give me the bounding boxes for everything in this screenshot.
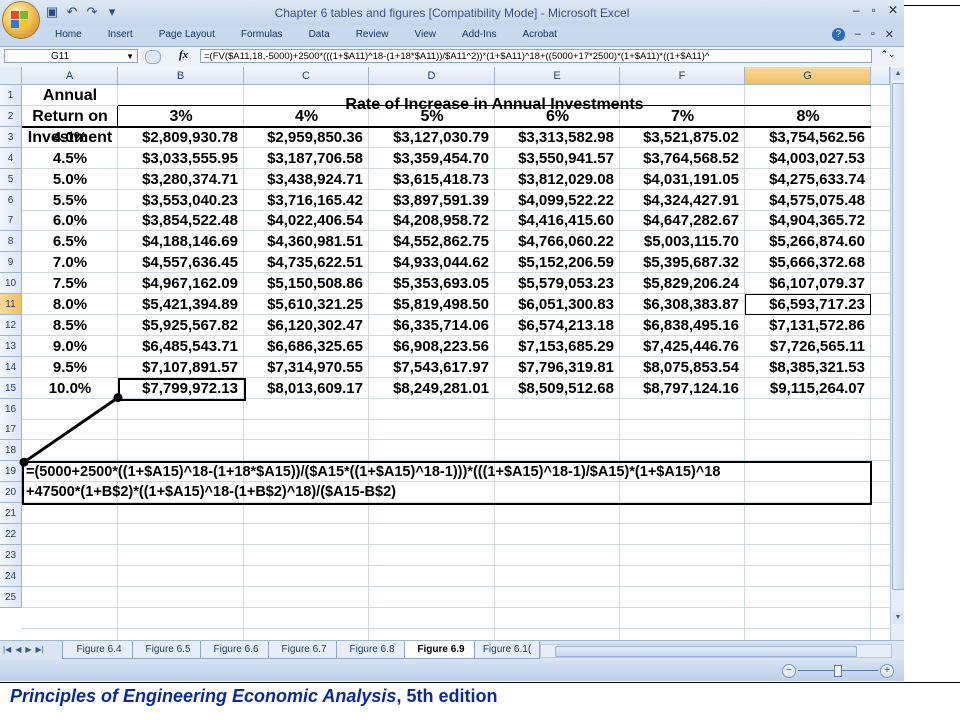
restore-button[interactable]: ▫ (872, 3, 876, 17)
tab-insert[interactable]: Insert (108, 29, 133, 40)
connector-line (23, 396, 119, 464)
chevron-down-icon[interactable]: ▼ (126, 50, 134, 64)
ribbon-tabs: Home Insert Page Layout Formulas Data Re… (0, 26, 904, 46)
sheet-tab[interactable]: Figure 6.5 (132, 641, 204, 659)
minimize-button[interactable]: – (853, 3, 860, 17)
connector-dot (19, 457, 29, 467)
slide-margin (904, 0, 960, 681)
tab-formulas[interactable]: Formulas (241, 29, 283, 40)
formula-input[interactable]: =(FV($A11,18,-5000)+2500*(((1+$A11)^18-(… (200, 49, 872, 63)
sheet-nav: |◀ ◀ ▶ ▶| (3, 645, 44, 654)
tab-data[interactable]: Data (309, 29, 330, 40)
prev-sheet-icon[interactable]: ◀ (15, 645, 21, 654)
close-button[interactable]: ✕ (888, 3, 898, 17)
tab-add-ins[interactable]: Add-Ins (462, 29, 496, 40)
horizontal-scroll-thumb[interactable] (555, 646, 857, 657)
horizontal-scrollbar[interactable] (540, 644, 892, 658)
insert-function-button[interactable]: fx (179, 49, 188, 61)
window-title: Chapter 6 tables and figures [Compatibil… (274, 6, 630, 20)
status-bar: − + (0, 660, 904, 681)
window-controls: – ▫ ✕ (853, 3, 898, 17)
ribbon-minimize-button[interactable]: – (855, 28, 861, 41)
zoom-out-button[interactable]: − (782, 664, 796, 678)
excel-window: ▣ ↶ ↷ ▾ Chapter 6 tables and figures [Co… (0, 0, 904, 681)
office-button[interactable] (3, 2, 39, 38)
scroll-up-icon[interactable]: ▲ (892, 68, 904, 80)
worksheet-grid[interactable]: A B C D E F G 1 2 3 4 5 6 7 8 9 10 11 12 13 14 15 16 17 18 19 20 21… (0, 67, 890, 640)
ribbon-restore-button[interactable]: ▫ (871, 28, 875, 41)
sheet-tab[interactable]: Figure 6.9 (404, 641, 478, 659)
sheet-tab[interactable]: Figure 6.1( (474, 641, 540, 659)
name-box-value: G11 (51, 51, 70, 62)
connector-arrow (19, 393, 123, 467)
footer-caption: Principles of Engineering Economic Analy… (10, 686, 497, 707)
vertical-scrollbar[interactable]: ▲ ▼ (890, 67, 904, 640)
ribbon-close-button[interactable]: ✕ (885, 28, 894, 41)
name-box[interactable]: G11 ▼ (4, 49, 138, 63)
formula-tools: fx (145, 49, 197, 64)
title-bar: ▣ ↶ ↷ ▾ Chapter 6 tables and figures [Co… (0, 0, 904, 38)
tab-page-layout[interactable]: Page Layout (159, 29, 215, 40)
vertical-scroll-thumb[interactable] (892, 83, 904, 590)
tab-review[interactable]: Review (356, 29, 389, 40)
book-title: Principles of Engineering Economic Analy… (10, 686, 397, 706)
sheet-tab[interactable]: Figure 6.8 (336, 641, 408, 659)
next-sheet-icon[interactable]: ▶ (25, 645, 31, 654)
tab-home[interactable]: Home (55, 29, 82, 40)
connector-dot (113, 393, 123, 403)
expand-formula-bar-button[interactable]: ⌃⌄ (876, 49, 900, 63)
tab-view[interactable]: View (414, 29, 436, 40)
scroll-down-icon[interactable]: ▼ (892, 612, 904, 624)
last-sheet-icon[interactable]: ▶| (36, 645, 44, 654)
tab-acrobat[interactable]: Acrobat (522, 29, 556, 40)
footer-divider (0, 682, 960, 683)
book-edition: , 5th edition (396, 686, 498, 706)
sheet-tab-bar: |◀ ◀ ▶ ▶| Figure 6.4 Figure 6.5 Figure 6.6… (0, 640, 904, 661)
sheet-tab[interactable]: Figure 6.6 (200, 641, 272, 659)
help-icon[interactable]: ? (831, 28, 845, 41)
office-logo-icon (11, 11, 31, 29)
zoom-in-button[interactable]: + (880, 664, 894, 678)
sheet-tab[interactable]: Figure 6.4 (62, 641, 136, 659)
zoom-knob[interactable] (834, 665, 842, 677)
zoom-slider[interactable]: − + (782, 664, 894, 678)
formula-divider-handle[interactable] (145, 50, 161, 64)
first-sheet-icon[interactable]: |◀ (3, 645, 11, 654)
sheet-tab[interactable]: Figure 6.7 (268, 641, 340, 659)
formula-bar: G11 ▼ fx =(FV($A11,18,-5000)+2500*(((1+$… (0, 46, 904, 68)
